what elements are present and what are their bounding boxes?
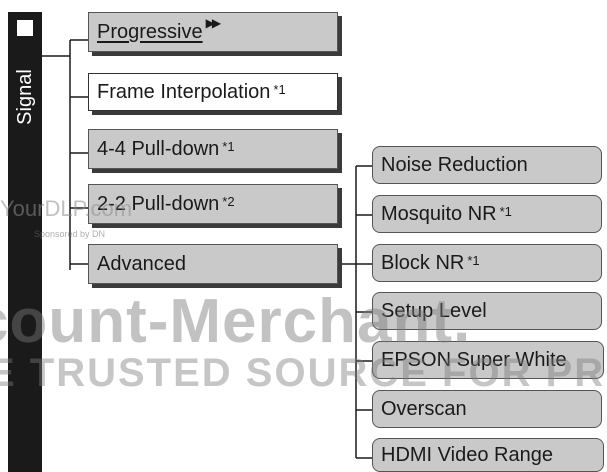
submenu-item-mosquito-nr[interactable]: Mosquito NR *1	[372, 195, 602, 233]
hdmi-video-range-label: HDMI Video Range	[381, 444, 553, 466]
menu-item-44-pulldown[interactable]: 4-4 Pull-down *1	[88, 129, 338, 169]
pulldown-44-label: 4-4 Pull-down	[97, 138, 220, 160]
progressive-label: Progressive	[97, 21, 203, 43]
epson-super-white-label: EPSON Super White	[381, 349, 567, 371]
menu-item-22-pulldown[interactable]: 2-2 Pull-down *2	[88, 184, 338, 224]
submenu-item-setup-level[interactable]: Setup Level	[372, 292, 602, 330]
setup-level-label: Setup Level	[381, 300, 487, 322]
noise-reduction-label: Noise Reduction	[381, 154, 528, 176]
footnote-marker: *1	[499, 203, 512, 219]
overscan-label: Overscan	[381, 398, 467, 420]
submenu-item-block-nr[interactable]: Block NR *1	[372, 244, 602, 282]
footnote-marker: *1	[222, 138, 235, 154]
mosquito-nr-label: Mosquito NR	[381, 203, 497, 225]
footnote-marker: *2	[222, 193, 235, 209]
submenu-item-epson-super-white[interactable]: EPSON Super White	[372, 341, 604, 379]
menu-item-frame-interpolation[interactable]: Frame Interpolation *1	[88, 73, 338, 111]
footnote-marker: *1	[467, 252, 480, 268]
footnote-marker: *1	[273, 81, 286, 97]
submenu-item-noise-reduction[interactable]: Noise Reduction	[372, 146, 602, 184]
block-nr-label: Block NR	[381, 252, 465, 274]
advanced-label: Advanced	[97, 253, 186, 275]
frame-interpolation-label: Frame Interpolation	[97, 81, 271, 103]
menu-item-advanced[interactable]: Advanced	[88, 244, 338, 284]
submenu-item-hdmi-video-range[interactable]: HDMI Video Range	[372, 438, 604, 472]
pulldown-22-label: 2-2 Pull-down	[97, 193, 220, 215]
menu-item-progressive[interactable]: Progressive ▶▶	[88, 12, 338, 52]
submenu-item-overscan[interactable]: Overscan	[372, 390, 602, 428]
double-arrow-icon: ▶▶	[205, 16, 222, 30]
